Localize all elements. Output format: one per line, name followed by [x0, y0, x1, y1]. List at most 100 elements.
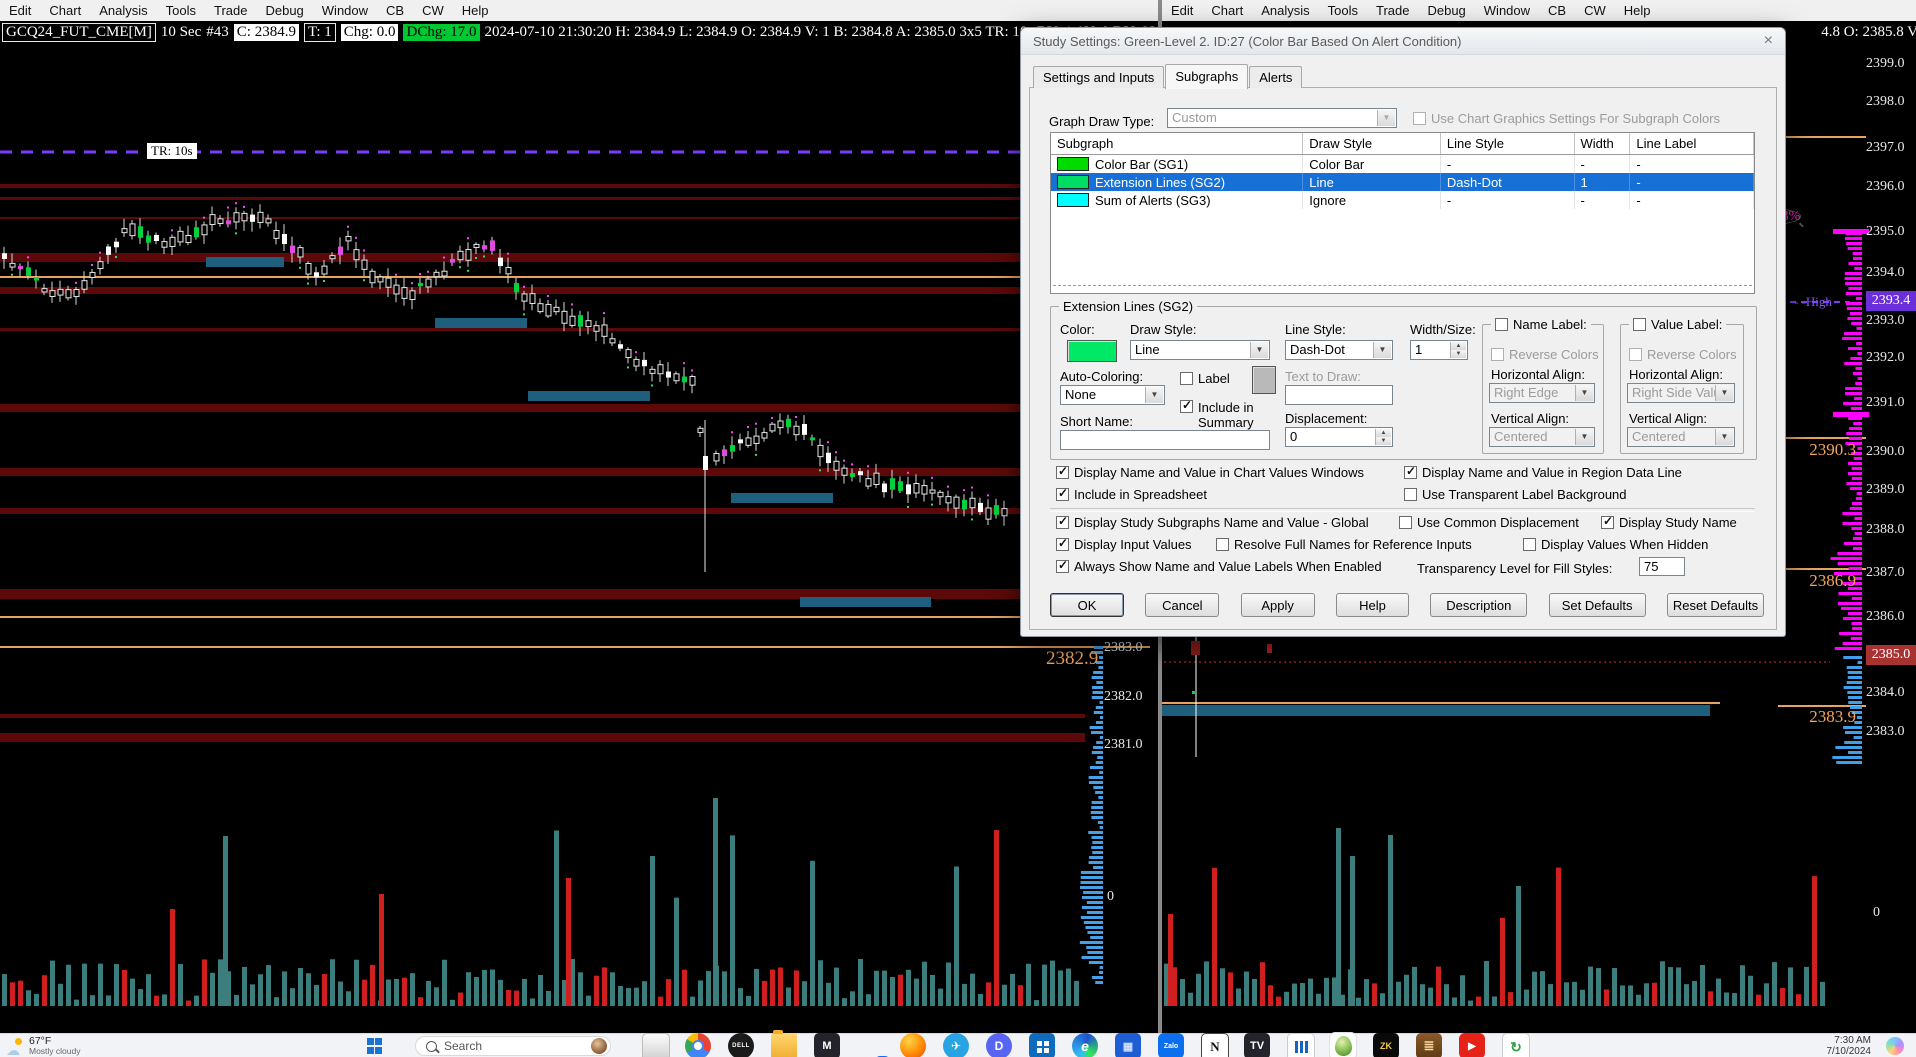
menu-edit[interactable]: Edit [0, 3, 40, 18]
menu-tools[interactable]: Tools [157, 3, 205, 18]
checkbox-box[interactable] [1216, 538, 1229, 551]
bars-icon[interactable] [1287, 1033, 1315, 1057]
checkbox-box[interactable] [1399, 516, 1412, 529]
menu-cb[interactable]: CB [1539, 3, 1575, 18]
transparency-field[interactable]: 75 [1639, 557, 1685, 576]
menu-trade[interactable]: Trade [205, 3, 256, 18]
calculator-icon[interactable]: ▦ [1115, 1033, 1141, 1057]
taskbar-clock[interactable]: 7:30 AM 7/10/2024 [1793, 1034, 1872, 1057]
checkbox-box[interactable] [1056, 558, 1069, 573]
label-color-swatch-button[interactable] [1252, 366, 1276, 394]
column-header-width[interactable]: Width [1575, 133, 1631, 154]
edge-icon[interactable]: e [1072, 1033, 1098, 1057]
menu-analysis[interactable]: Analysis [1252, 3, 1318, 18]
search-input[interactable]: Search [415, 1036, 611, 1056]
discord-icon[interactable]: D [986, 1033, 1012, 1057]
telegram-icon[interactable]: ✈ [943, 1033, 969, 1057]
chrome-icon[interactable] [685, 1033, 711, 1057]
menu-cw[interactable]: CW [1575, 3, 1615, 18]
window-icon[interactable] [642, 1033, 670, 1057]
menu-help[interactable]: Help [1615, 3, 1660, 18]
set-defaults-button[interactable]: Set Defaults [1548, 593, 1646, 617]
weather-widget[interactable]: ☁ 67°F Mostly cloudy [6, 1034, 81, 1057]
menu-chart[interactable]: Chart [40, 3, 90, 18]
menu-window[interactable]: Window [1475, 3, 1539, 18]
copilot-icon[interactable] [1886, 1037, 1904, 1055]
checkbox-box[interactable] [1495, 318, 1508, 331]
checkbox-always-show-name-and-value-labels-when-ena[interactable]: Always Show Name and Value Labels When E… [1056, 558, 1382, 574]
checkbox-box[interactable] [1404, 464, 1417, 479]
checkbox-display-input-values[interactable]: Display Input Values [1056, 536, 1192, 552]
checkbox-box[interactable] [1523, 538, 1536, 551]
stepper-arrows-icon[interactable]: ▲ ▼ [1375, 429, 1391, 445]
cancel-button[interactable]: Cancel [1145, 593, 1220, 617]
subgraph-row[interactable]: Sum of Alerts (SG3) Ignore - - - [1051, 191, 1755, 209]
checkbox-resolve-full-names-for-reference-inputs[interactable]: Resolve Full Names for Reference Inputs [1216, 537, 1472, 552]
width-size-stepper[interactable]: 1 ▲ ▼ [1410, 340, 1468, 360]
notion-icon[interactable]: N [1201, 1033, 1229, 1057]
draw-style-select[interactable]: Line ▼ [1130, 340, 1270, 360]
checkbox-include-in-spreadsheet[interactable]: Include in Spreadsheet [1056, 486, 1207, 502]
checkbox-display-study-subgraphs-name-and-value-glo[interactable]: Display Study Subgraphs Name and Value -… [1056, 514, 1369, 530]
zk-icon[interactable]: ZK [1373, 1033, 1399, 1057]
color-swatch-button[interactable] [1067, 340, 1117, 362]
folder-icon[interactable] [771, 1030, 797, 1057]
checkbox-box[interactable] [1056, 464, 1069, 479]
tab-settings-and-inputs[interactable]: Settings and Inputs [1033, 66, 1165, 88]
winrar-icon[interactable]: ≣ [1416, 1033, 1442, 1057]
column-header-subgraph[interactable]: Subgraph [1051, 133, 1304, 154]
menu-debug[interactable]: Debug [256, 3, 312, 18]
auto-coloring-select[interactable]: None ▼ [1060, 385, 1165, 405]
checkbox-label-option[interactable]: Label [1180, 371, 1230, 386]
firefox-icon[interactable] [900, 1033, 926, 1057]
line-style-select[interactable]: Dash-Dot ▼ [1285, 340, 1393, 360]
checkbox-box[interactable] [1633, 318, 1646, 331]
checkbox-box[interactable] [1601, 514, 1614, 529]
subgraph-row[interactable]: Color Bar (SG1) Color Bar - - - [1051, 155, 1755, 173]
description-button[interactable]: Description [1430, 593, 1528, 617]
dell-icon[interactable]: DELL [728, 1033, 754, 1057]
tab-subgraphs[interactable]: Subgraphs [1165, 64, 1249, 89]
checkbox-display-name-and-value-in-region-data-line[interactable]: Display Name and Value in Region Data Li… [1404, 464, 1682, 480]
checkbox-box[interactable] [1056, 536, 1069, 551]
checkbox-box[interactable] [1404, 488, 1417, 501]
menu-debug[interactable]: Debug [1418, 3, 1474, 18]
apply-button[interactable]: Apply [1240, 593, 1315, 617]
store-icon[interactable] [1029, 1033, 1055, 1057]
menu-analysis[interactable]: Analysis [90, 3, 156, 18]
dialog-titlebar[interactable]: Study Settings: Green-Level 2. ID:27 (Co… [1021, 28, 1785, 55]
menu-chart[interactable]: Chart [1202, 3, 1252, 18]
graph-draw-type-select[interactable]: Custom ▼ [1167, 108, 1397, 128]
zalo-icon[interactable]: Zalo [1158, 1033, 1184, 1057]
tab-alerts[interactable]: Alerts [1249, 66, 1303, 88]
checkbox-box[interactable] [1056, 514, 1069, 529]
tv-icon[interactable]: TV [1244, 1033, 1270, 1057]
checkbox-use-transparent-label-background[interactable]: Use Transparent Label Background [1404, 487, 1627, 502]
help-button[interactable]: Help [1335, 593, 1409, 617]
column-header-line-style[interactable]: Line Style [1441, 133, 1575, 154]
ok-button[interactable]: OK [1050, 593, 1124, 617]
menu-cb[interactable]: CB [377, 3, 413, 18]
checkbox-use-common-displacement[interactable]: Use Common Displacement [1399, 515, 1579, 530]
reset-defaults-button[interactable]: Reset Defaults [1666, 593, 1764, 617]
checkbox-box[interactable] [1056, 486, 1069, 501]
m-files-icon[interactable]: M [814, 1033, 840, 1057]
sprout-icon[interactable]: ↻ [1502, 1033, 1530, 1057]
column-header-draw-style[interactable]: Draw Style [1303, 133, 1441, 154]
subgraph-row[interactable]: Extension Lines (SG2) Line Dash-Dot 1- [1051, 173, 1755, 191]
close-icon[interactable]: × [1764, 32, 1773, 50]
checkbox-box[interactable] [1180, 372, 1193, 385]
menu-tools[interactable]: Tools [1319, 3, 1367, 18]
youtube-icon[interactable]: ▶ [1459, 1033, 1485, 1057]
menu-trade[interactable]: Trade [1367, 3, 1418, 18]
checkbox-display-study-name[interactable]: Display Study Name [1601, 514, 1737, 530]
menu-edit[interactable]: Edit [1162, 3, 1202, 18]
displacement-stepper[interactable]: 0 ▲ ▼ [1285, 427, 1393, 447]
checkbox-box[interactable] [1180, 398, 1193, 413]
checkbox-display-name-and-value-in-chart-values-win[interactable]: Display Name and Value in Chart Values W… [1056, 464, 1364, 480]
short-name-field[interactable] [1060, 430, 1270, 450]
checkbox-include-in-summary[interactable]: Include in Summary [1180, 398, 1276, 430]
menu-window[interactable]: Window [313, 3, 377, 18]
sierra-chart-icon[interactable] [1330, 1033, 1356, 1057]
column-header-line-label[interactable]: Line Label [1630, 133, 1755, 154]
